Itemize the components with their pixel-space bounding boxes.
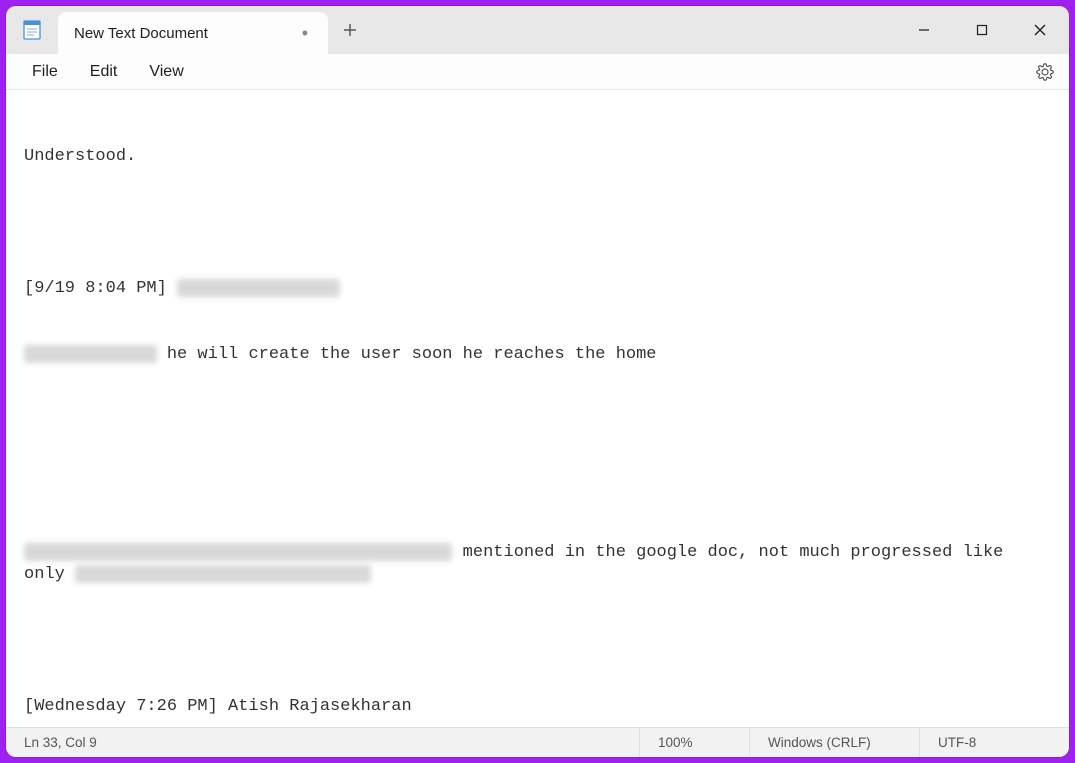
text-line <box>24 476 1051 498</box>
text-line: [Wednesday 7:26 PM] Atish Rajasekharan <box>24 696 1051 718</box>
maximize-icon <box>976 24 988 36</box>
menu-view[interactable]: View <box>133 57 199 87</box>
document-tab[interactable]: New Text Document • <box>58 12 328 54</box>
tab-title: New Text Document <box>74 25 292 42</box>
text-line <box>24 410 1051 432</box>
text-line: [9/19 8:04 PM] XXXXXXXXXXXXXXXX <box>24 278 1051 300</box>
notepad-app-icon <box>20 18 44 42</box>
status-encoding[interactable]: UTF-8 <box>919 728 1069 757</box>
menu-edit[interactable]: Edit <box>74 57 134 87</box>
minimize-icon <box>918 24 930 36</box>
status-line-ending[interactable]: Windows (CRLF) <box>749 728 919 757</box>
menu-file[interactable]: File <box>16 57 74 87</box>
redacted-text: XXXXXXXXXXXXXXXXXXXXXXXXXXXXX <box>75 565 371 583</box>
text-editor[interactable]: Understood. [9/19 8:04 PM] XXXXXXXXXXXXX… <box>6 90 1069 727</box>
gear-icon <box>1036 63 1054 81</box>
minimize-button[interactable] <box>895 6 953 54</box>
plus-icon <box>343 23 357 37</box>
status-zoom[interactable]: 100% <box>639 728 749 757</box>
text-line <box>24 630 1051 652</box>
status-cursor-position: Ln 33, Col 9 <box>6 728 115 757</box>
redacted-text: XXXXXXXXXXXXXXXXXXXXXXXXXXXXXXXXXXXXXXXX… <box>24 543 452 561</box>
text-line: XXXXXXXXXXXXXXXXXXXXXXXXXXXXXXXXXXXXXXXX… <box>24 542 1051 586</box>
statusbar: Ln 33, Col 9 100% Windows (CRLF) UTF-8 <box>6 727 1069 757</box>
tab-dirty-indicator: • <box>302 23 308 44</box>
menubar: File Edit View <box>6 54 1069 90</box>
settings-button[interactable] <box>1031 58 1059 86</box>
redacted-text: XXXXXXXXXXXXX <box>24 345 157 363</box>
text-line: Understood. <box>24 146 1051 168</box>
titlebar: New Text Document • <box>6 6 1069 54</box>
text-line <box>24 212 1051 234</box>
text-line: XXXXXXXXXXXXX he will create the user so… <box>24 344 1051 366</box>
window-controls <box>895 6 1069 54</box>
maximize-button[interactable] <box>953 6 1011 54</box>
close-button[interactable] <box>1011 6 1069 54</box>
new-tab-button[interactable] <box>328 6 372 54</box>
close-icon <box>1034 24 1046 36</box>
redacted-text: XXXXXXXXXXXXXXXX <box>177 279 340 297</box>
notepad-window: New Text Document • File <box>6 6 1069 757</box>
